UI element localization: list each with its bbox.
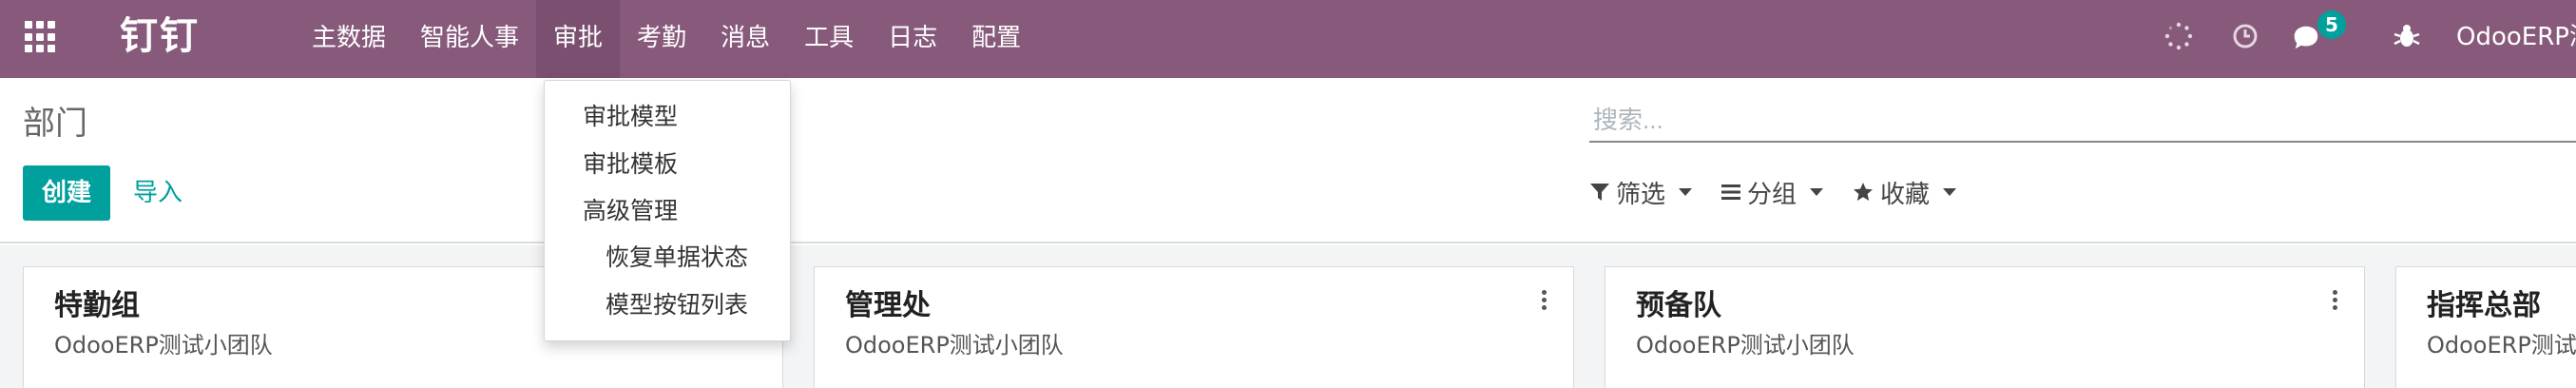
clock-icon[interactable] <box>2230 21 2260 51</box>
activity-spinner-icon[interactable] <box>2163 21 2194 51</box>
kanban-card[interactable]: 预备队 OdooERP测试小团队 <box>1605 266 2365 388</box>
chat-badge: 5 <box>2317 10 2346 39</box>
kanban-view: 特勤组 OdooERP测试小团队 管理处 OdooERP测试小团队 预备队 Od… <box>0 245 2576 388</box>
star-icon <box>1854 183 1874 201</box>
group-by-label: 分组 <box>1747 180 1797 209</box>
user-menu[interactable]: OdooERP测 <box>2456 18 2576 56</box>
caret-down-icon <box>1943 188 1957 196</box>
menu-item-approval[interactable]: 审批 <box>536 0 621 78</box>
card-title: 指挥总部 <box>2427 289 2541 322</box>
filter-icon <box>1590 184 1609 201</box>
card-menu-icon[interactable] <box>2330 290 2339 315</box>
top-navbar: 钉钉 主数据 智能人事 审批 考勤 消息 工具 日志 配置 5 OdooERP <box>0 0 2576 78</box>
create-button[interactable]: 创建 <box>23 165 110 221</box>
apps-icon[interactable] <box>25 21 57 53</box>
card-menu-icon[interactable] <box>1539 290 1548 315</box>
dropdown-section-advanced: 高级管理 <box>583 197 679 224</box>
approval-dropdown-menu: 审批模型 审批模板 高级管理 恢复单据状态 模型按钮列表 <box>544 80 791 341</box>
card-subtitle: OdooERP测试小团队 <box>845 332 1064 359</box>
dropdown-item-approval-template[interactable]: 审批模板 <box>583 147 678 182</box>
caret-down-icon <box>1679 188 1693 196</box>
kanban-card[interactable]: 指挥总部 OdooERP测试 <box>2395 266 2576 388</box>
card-subtitle: OdooERP测试小团队 <box>1636 332 1855 359</box>
kanban-card[interactable]: 管理处 OdooERP测试小团队 <box>814 266 1574 388</box>
menu-item-messages[interactable]: 消息 <box>703 0 787 78</box>
card-title: 预备队 <box>1636 289 1721 322</box>
filters-label: 筛选 <box>1616 180 1666 209</box>
import-button[interactable]: 导入 <box>133 165 183 221</box>
dropdown-item-model-button-list[interactable]: 模型按钮列表 <box>606 288 748 322</box>
control-panel: 部门 创建 导入 筛选 分组 收藏 <box>0 78 2576 243</box>
caret-down-icon <box>1810 188 1824 196</box>
card-title: 管理处 <box>845 289 931 322</box>
search-options: 筛选 分组 收藏 <box>1589 173 1985 211</box>
menu-item-smart-hr[interactable]: 智能人事 <box>403 0 536 78</box>
breadcrumb[interactable]: 部门 <box>23 103 87 145</box>
menu-item-logs[interactable]: 日志 <box>871 0 954 78</box>
group-by-icon <box>1721 184 1741 200</box>
group-by-dropdown[interactable]: 分组 <box>1721 173 1824 211</box>
favorites-label: 收藏 <box>1880 180 1931 209</box>
search-input[interactable] <box>1589 99 2576 143</box>
card-subtitle: OdooERP测试小团队 <box>54 332 273 359</box>
menu-item-config[interactable]: 配置 <box>954 0 1038 78</box>
app-brand: 钉钉 <box>120 14 200 58</box>
chat-icon[interactable] <box>2291 23 2321 53</box>
menu-item-master-data[interactable]: 主数据 <box>295 0 403 78</box>
filters-dropdown[interactable]: 筛选 <box>1589 173 1693 211</box>
main-menu: 主数据 智能人事 审批 考勤 消息 工具 日志 配置 <box>295 0 1038 78</box>
card-subtitle: OdooERP测试 <box>2427 332 2576 359</box>
menu-item-attendance[interactable]: 考勤 <box>620 0 703 78</box>
favorites-dropdown[interactable]: 收藏 <box>1852 173 1957 211</box>
menu-item-tools[interactable]: 工具 <box>787 0 871 78</box>
card-title: 特勤组 <box>54 289 140 322</box>
bug-icon[interactable] <box>2392 21 2422 51</box>
dropdown-item-restore-doc-status[interactable]: 恢复单据状态 <box>606 241 748 275</box>
dropdown-item-approval-model[interactable]: 审批模型 <box>583 100 678 134</box>
